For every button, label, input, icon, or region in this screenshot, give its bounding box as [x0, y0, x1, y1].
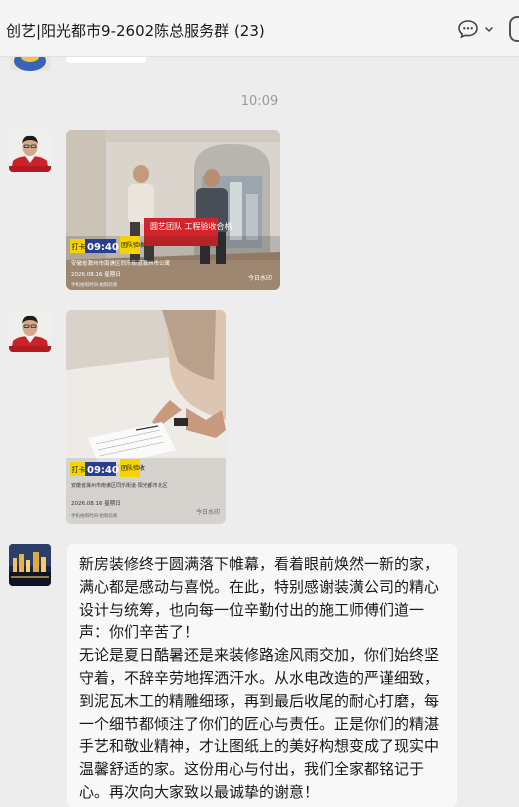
- message-timestamp: 10:09: [240, 94, 279, 109]
- chevron-down-icon[interactable]: [483, 23, 495, 35]
- stamp-tag: 团队验收: [121, 241, 145, 249]
- photo-date: 2026.08.16 星期日: [71, 271, 121, 278]
- sign-text: 圆艺团队 工程验收合格: [150, 221, 233, 231]
- text-message-bubble[interactable]: 新房装修终于圆满落下帷幕，看着眼前焕然一新的家，满心都是感动与喜悦。在此，特别感…: [67, 544, 457, 807]
- photo-footer: 手机拍照时间·拍照验真: [71, 512, 118, 519]
- sidebar-toggle-icon[interactable]: [509, 16, 519, 42]
- previous-sender-avatar[interactable]: [10, 57, 50, 71]
- message-text: 新房装修终于圆满落下帷幕，看着眼前焕然一新的家，满心都是感动与喜悦。在此，特别感…: [79, 555, 440, 801]
- chat-title[interactable]: 创艺|阳光都市9-2602陈总服务群 (23): [6, 20, 265, 41]
- photo-date: 2026.08.16 星期日: [71, 500, 121, 507]
- sender-avatar[interactable]: [9, 544, 51, 586]
- stamp-label: 打卡: [72, 465, 86, 474]
- photo-location: 安徽省滁州市南谯区同乐街道滁州市公寓: [71, 259, 171, 267]
- header-actions: [457, 16, 519, 42]
- image-message-1[interactable]: 圆艺团队 工程验收合格 打卡 09:40 团队验收 安徽省滁州市南谯区同乐街道滁…: [66, 130, 280, 290]
- stamp-time: 09:40: [87, 242, 119, 253]
- stamp-time: 09:40: [87, 465, 119, 476]
- chat-header: 创艺|阳光都市9-2602陈总服务群 (23): [0, 0, 519, 57]
- image-message-2[interactable]: 打卡 09:40 团队验收 安徽省滁州市南谯区同乐街道·阳光都市北区 2026.…: [66, 310, 226, 524]
- sender-avatar[interactable]: [9, 130, 51, 172]
- previous-message-bubble[interactable]: [66, 57, 146, 63]
- watermark-logo: 今日水印: [196, 508, 220, 516]
- chat-bubble-icon[interactable]: [457, 18, 479, 40]
- signing-document-photo: 打卡 09:40 团队验收 安徽省滁州市南谯区同乐街道·阳光都市北区 2026.…: [66, 310, 226, 524]
- photo-footer: 手机拍照时间·拍照验真: [71, 281, 118, 288]
- sender-avatar[interactable]: [9, 310, 51, 352]
- watermark-logo: 今日水印: [248, 274, 272, 282]
- photo-location: 安徽省滁州市南谯区同乐街道·阳光都市北区: [71, 482, 168, 489]
- stamp-label: 打卡: [72, 242, 86, 251]
- room-acceptance-photo: 圆艺团队 工程验收合格 打卡 09:40 团队验收 安徽省滁州市南谯区同乐街道滁…: [66, 130, 280, 290]
- message-list[interactable]: 10:09 圆艺团队 工程验收合格 打卡 09:40 团队验收 安徽省滁州市南谯…: [0, 57, 519, 807]
- stamp-tag: 团队验收: [121, 464, 145, 472]
